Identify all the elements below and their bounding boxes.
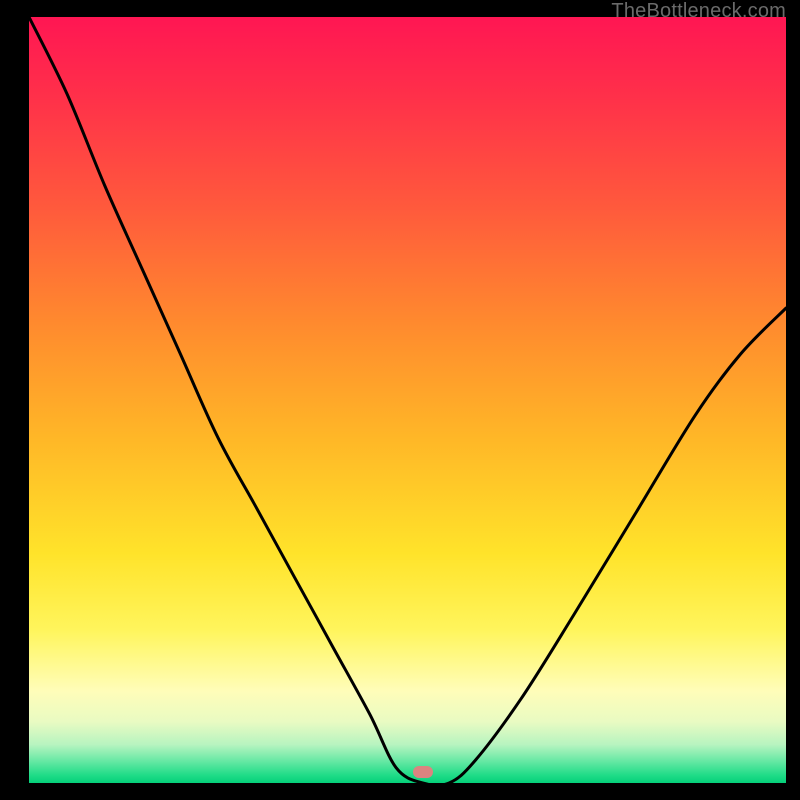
watermark-text: TheBottleneck.com <box>611 0 786 23</box>
bottleneck-curve <box>29 17 786 783</box>
curve-path <box>29 17 786 783</box>
chart-frame: TheBottleneck.com <box>0 0 800 800</box>
plot-area <box>29 17 786 783</box>
minimum-marker <box>413 766 433 778</box>
